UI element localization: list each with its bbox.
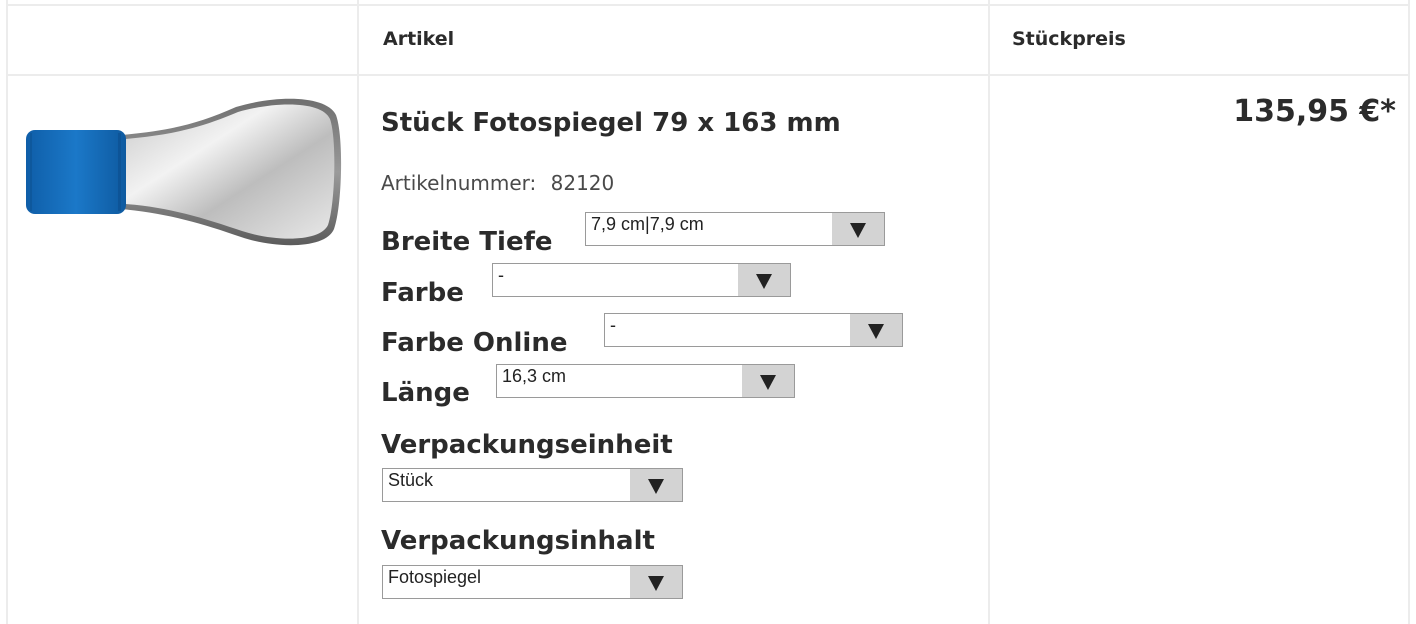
farbe-online-selected-value: - xyxy=(610,315,616,335)
laenge-selected-value: 16,3 cm xyxy=(502,366,567,386)
farbe-online-select[interactable]: - xyxy=(604,313,903,347)
column-divider xyxy=(988,0,990,624)
breite-tiefe-selected-value: 7,9 cm|7,9 cm xyxy=(591,214,704,234)
verpackungsinhalt-selected-value: Fotospiegel xyxy=(388,567,482,587)
row-divider xyxy=(6,74,1410,76)
column-divider xyxy=(6,0,8,624)
chevron-down-icon[interactable] xyxy=(630,469,682,501)
product-title[interactable]: Stück Fotospiegel 79 x 163 mm xyxy=(381,108,841,138)
verpackungsinhalt-select[interactable]: Fotospiegel xyxy=(382,565,683,599)
chevron-down-icon[interactable] xyxy=(742,365,794,397)
verpackungseinheit-selected-value: Stück xyxy=(388,470,434,490)
article-number-value: 82120 xyxy=(550,171,615,195)
option-label-breite-tiefe: Breite Tiefe xyxy=(381,227,553,257)
article-number-label: Artikelnummer: xyxy=(381,171,537,195)
article-number-row: Artikelnummer: 82120 xyxy=(381,171,614,195)
farbe-select[interactable]: - xyxy=(492,263,791,297)
chevron-down-icon[interactable] xyxy=(832,213,884,245)
option-label-farbe: Farbe xyxy=(381,278,464,308)
laenge-select[interactable]: 16,3 cm xyxy=(496,364,795,398)
chevron-down-icon[interactable] xyxy=(850,314,902,346)
farbe-selected-value: - xyxy=(498,265,504,285)
option-label-farbe-online: Farbe Online xyxy=(381,328,568,358)
option-label-verpackungsinhalt: Verpackungsinhalt xyxy=(381,526,655,556)
breite-tiefe-select[interactable]: 7,9 cm|7,9 cm xyxy=(585,212,885,246)
column-divider xyxy=(1408,0,1410,624)
row-divider xyxy=(6,4,1410,6)
chevron-down-icon[interactable] xyxy=(738,264,790,296)
verpackungseinheit-select[interactable]: Stück xyxy=(382,468,683,502)
unit-price: 135,95 €* xyxy=(1233,94,1396,129)
option-label-verpackungseinheit: Verpackungseinheit xyxy=(381,430,673,460)
chevron-down-icon[interactable] xyxy=(630,566,682,598)
option-label-laenge: Länge xyxy=(381,378,470,408)
column-header-unit-price: Stückpreis xyxy=(1012,28,1126,50)
column-header-article: Artikel xyxy=(383,28,455,50)
product-image[interactable] xyxy=(26,97,342,247)
mirror-icon xyxy=(26,98,342,246)
column-divider xyxy=(357,0,359,624)
